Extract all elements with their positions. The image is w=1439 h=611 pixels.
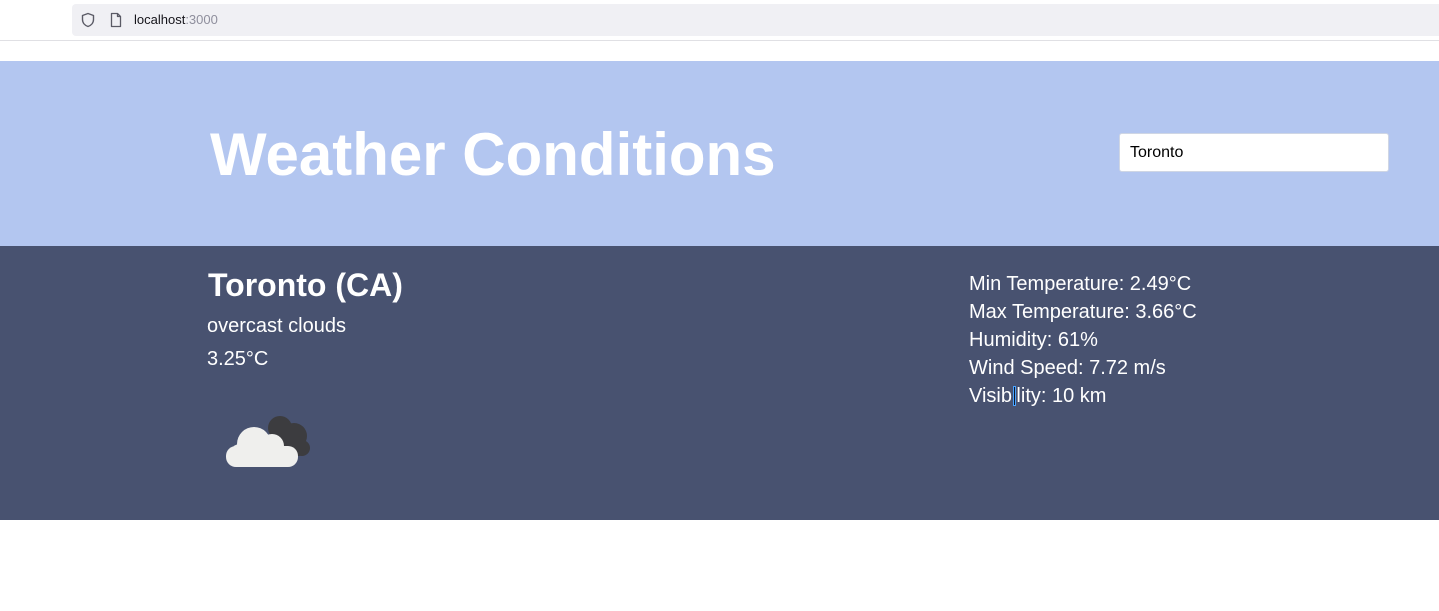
weather-description: overcast clouds: [207, 315, 346, 337]
current-temperature: 3.25°C: [207, 348, 269, 370]
max-temperature: Max Temperature: 3.66°C: [969, 301, 1197, 323]
min-temperature: Min Temperature: 2.49°C: [969, 273, 1192, 295]
page-title: Weather Conditions: [210, 121, 776, 188]
city-name: Toronto (CA): [208, 267, 403, 303]
url-text[interactable]: localhost:3000: [134, 12, 218, 28]
url-host: localhost: [134, 12, 186, 27]
text-cursor-icon: [1013, 386, 1016, 406]
weather-stats: Min Temperature: 2.49°C Max Temperature:…: [969, 270, 1197, 410]
header: Weather Conditions: [0, 61, 1439, 246]
url-port: :3000: [185, 12, 218, 27]
shield-icon[interactable]: [80, 12, 96, 28]
address-bar[interactable]: localhost:3000: [72, 4, 1439, 36]
browser-toolbar: localhost:3000: [0, 0, 1439, 41]
humidity: Humidity: 61%: [969, 329, 1098, 351]
wind-speed: Wind Speed: 7.72 m/s: [969, 357, 1166, 379]
visibility: Visibility: 10 km: [969, 385, 1107, 407]
overcast-clouds-icon: [226, 416, 310, 467]
page-icon[interactable]: [108, 12, 124, 28]
weather-panel: Toronto (CA) overcast clouds 3.25°C Min …: [0, 246, 1439, 520]
city-search-input[interactable]: [1119, 133, 1389, 172]
